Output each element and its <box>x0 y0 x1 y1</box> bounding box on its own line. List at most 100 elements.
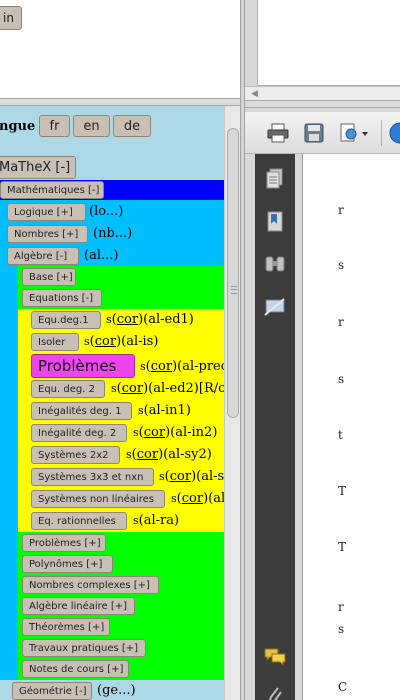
signature-icon[interactable] <box>263 294 287 320</box>
base-toggle-button[interactable]: Base [+] <box>22 268 76 286</box>
pdf-text-fragment: r <box>338 600 344 614</box>
algebre-subitem-button[interactable]: Polynômes [+] <box>22 555 113 573</box>
comments-icon[interactable] <box>263 644 287 670</box>
nombres-toggle-button[interactable]: Nombres [+] <box>7 225 88 243</box>
algebre-toggle-button[interactable]: Algèbre [-] <box>7 247 79 265</box>
corrige-link[interactable]: cor <box>170 469 191 484</box>
toolbar-separator <box>381 120 382 146</box>
document-properties-icon[interactable] <box>337 121 371 145</box>
sujet-link[interactable]: s <box>159 470 165 483</box>
equations-item-links: s(cor)(al-s <box>159 469 225 484</box>
equations-item-button[interactable]: Systèmes 2x2 <box>31 446 120 464</box>
algebre-subitem-button[interactable]: Problèmes [+] <box>22 534 106 552</box>
lang-fr-button[interactable]: fr <box>39 115 70 137</box>
equations-item-button[interactable]: Equ. deg. 2 <box>31 380 105 398</box>
bookmarks-icon[interactable] <box>263 209 287 235</box>
corrige-link[interactable]: cor <box>137 447 158 462</box>
pdf-text-fragment: s <box>338 372 345 386</box>
algebre-subitem-button[interactable]: Notes de cours [+] <box>22 660 129 678</box>
sujet-link[interactable]: s <box>106 313 112 326</box>
equations-item-links: s(cor)(al-in2) <box>133 425 218 440</box>
item-code: (al-ed2)[R/c <box>148 381 226 396</box>
globe-icon[interactable] <box>387 121 400 145</box>
save-icon[interactable] <box>301 121 327 145</box>
algebre-subitem-button[interactable]: Algèbre linéaire [+] <box>22 597 135 615</box>
corrige-link[interactable]: cor <box>144 425 165 440</box>
sujet-link[interactable]: s <box>133 426 139 439</box>
corrige-link[interactable]: cor <box>95 334 116 349</box>
algebre-subitem-button[interactable]: Nombres complexes [+] <box>22 576 159 594</box>
pdf-text-fragment: s <box>338 258 345 272</box>
left-vertical-scrollbar[interactable] <box>224 106 240 700</box>
equations-toggle-button[interactable]: Equations [-] <box>22 289 102 307</box>
geometrie-code-label: (ge...) <box>97 683 136 698</box>
sujet-link[interactable]: s <box>171 492 177 505</box>
equations-item-button[interactable]: Equ.deg.1 <box>31 311 101 329</box>
corrige-link[interactable]: cor <box>117 312 138 327</box>
pdf-text-fragment: C <box>338 680 348 694</box>
equations-item-links: s(cor)(al <box>171 491 226 506</box>
print-icon[interactable] <box>265 121 291 145</box>
equations-item-links: s(cor)(al-ed2)[R/c <box>111 381 226 396</box>
right-frame-separator[interactable] <box>245 100 400 108</box>
item-code: (al <box>208 491 226 506</box>
equations-item-button[interactable]: Systèmes non linéaires <box>31 490 165 508</box>
corrige-link[interactable]: cor <box>122 381 143 396</box>
equations-item-links: s(cor)(al-prec <box>140 359 229 374</box>
equations-item-button[interactable]: Isoler <box>31 333 79 351</box>
corrige-link[interactable]: cor <box>182 491 203 506</box>
item-code: (al-s <box>196 469 225 484</box>
pdf-text-fragment: r <box>338 315 344 329</box>
item-code: (al-is) <box>121 334 159 349</box>
algebre-subitem-button[interactable]: Travaux pratiques [+] <box>22 639 146 657</box>
item-code: (al-ed1) <box>143 312 194 327</box>
equations-item-links: s(cor)(al-is) <box>84 334 159 349</box>
horizontal-scrollbar[interactable]: ◀ <box>245 86 400 100</box>
menu-frame: ngue fr en de MaTheX [-] Mathématiques [… <box>0 106 240 700</box>
equations-item-links: s(cor)(al-ed1) <box>106 312 194 327</box>
langue-label: ngue <box>0 119 36 134</box>
pdf-text-fragment: s <box>338 622 345 636</box>
scroll-left-arrow-icon[interactable]: ◀ <box>251 89 258 99</box>
right-top-frame <box>257 0 400 86</box>
mathex-toggle-button[interactable]: MaTheX [-] <box>0 156 76 179</box>
logique-code-label: (lo...) <box>89 204 124 219</box>
pdf-page[interactable] <box>302 154 400 700</box>
pdf-text-fragment: r <box>338 203 344 217</box>
frame-separator[interactable] <box>0 98 240 106</box>
sujet-link[interactable]: s <box>140 360 146 373</box>
corrige-link[interactable]: cor <box>151 359 172 374</box>
pages-icon[interactable] <box>263 166 287 192</box>
algebre-code-label: (al...) <box>84 248 119 263</box>
item-code: (al-prec <box>177 359 229 374</box>
item-code: (al-in1) <box>143 403 191 418</box>
item-code: (al-sy2) <box>163 447 212 462</box>
equations-item-button[interactable]: Eq. rationnelles <box>31 512 127 530</box>
binoculars-icon[interactable] <box>263 251 287 277</box>
item-code: (al-ra) <box>138 513 180 528</box>
algebre-subitem-button[interactable]: Théorèmes [+] <box>22 618 110 636</box>
equations-item-button-highlighted[interactable]: Problèmes <box>31 354 135 378</box>
grip-icon <box>231 286 237 294</box>
equations-item-links: s(al-ra) <box>133 513 179 528</box>
sujet-link[interactable]: s <box>111 382 117 395</box>
equations-item-button[interactable]: Inégalités deg. 1 <box>31 402 132 420</box>
geometrie-toggle-button[interactable]: Géométrie [-] <box>12 682 92 700</box>
sujet-link[interactable]: s <box>84 335 90 348</box>
equations-item-button[interactable]: Systèmes 3x3 et nxn <box>31 468 154 486</box>
mathematiques-toggle-button[interactable]: Mathématiques [-] <box>0 181 104 199</box>
lang-en-button[interactable]: en <box>73 115 110 137</box>
item-code: (al-in2) <box>170 425 218 440</box>
pdf-side-panel <box>255 154 295 700</box>
lang-de-button[interactable]: de <box>113 115 151 137</box>
pdf-toolbar <box>245 112 400 154</box>
pdf-text-fragment: T <box>338 540 347 554</box>
equations-item-button[interactable]: Inégalité deg. 2 <box>31 424 127 442</box>
attachment-icon[interactable] <box>263 682 287 700</box>
sujet-link[interactable]: s <box>126 448 132 461</box>
logique-toggle-button[interactable]: Logique [+] <box>7 203 86 221</box>
pdf-text-fragment: T <box>338 484 347 498</box>
scrollbar-thumb[interactable] <box>227 128 239 418</box>
pdf-text-fragment: t <box>338 428 343 442</box>
top-frame-button[interactable]: in <box>0 6 22 30</box>
